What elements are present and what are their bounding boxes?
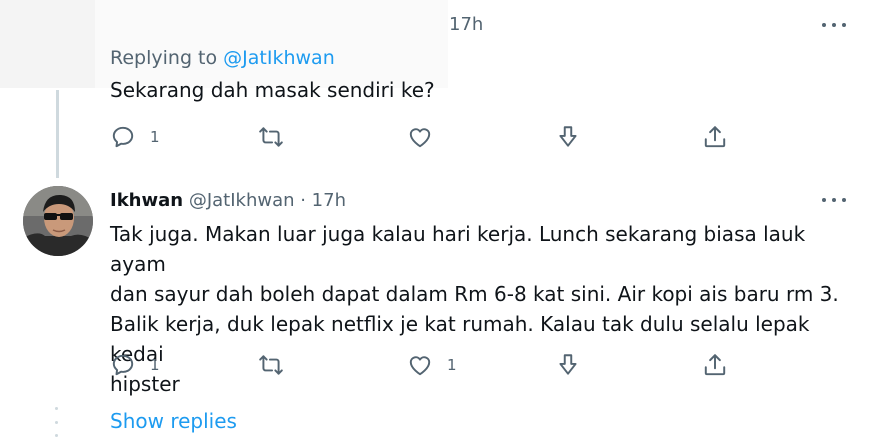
replying-to: Replying to @JatIkhwan <box>110 47 335 69</box>
redacted-avatar-area <box>0 0 95 88</box>
avatar[interactable] <box>23 186 93 256</box>
reply-icon <box>112 126 134 148</box>
retweet-button[interactable] <box>258 350 284 380</box>
like-button[interactable] <box>407 122 433 152</box>
download-icon <box>559 354 577 375</box>
reply-count: 1 <box>150 128 160 146</box>
retweet-icon <box>259 355 283 375</box>
reply-button[interactable]: 1 <box>110 350 160 380</box>
reply-count: 1 <box>150 356 160 374</box>
tweet-text-line: dan sayur dah boleh dapat dalam Rm 6-8 k… <box>110 282 839 306</box>
retweet-icon <box>259 127 283 147</box>
replying-handle-link[interactable]: @JatIkhwan <box>223 47 335 69</box>
share-button[interactable] <box>702 350 728 380</box>
download-button[interactable] <box>555 122 581 152</box>
author-handle-time[interactable]: @JatIkhwan · 17h <box>189 190 346 211</box>
share-icon <box>704 354 726 376</box>
more-icon[interactable] <box>822 20 846 30</box>
like-button[interactable]: 1 <box>407 350 457 380</box>
show-replies-link[interactable]: Show replies <box>110 409 237 433</box>
tweet-author[interactable]: Ikhwan @JatIkhwan · 17h <box>110 190 346 211</box>
reply-icon <box>112 354 134 376</box>
download-button[interactable] <box>555 350 581 380</box>
thread-dots <box>55 407 59 437</box>
tweet-reply-actions: 1 1 <box>110 350 750 380</box>
tweet-top-actions: 1 <box>110 122 750 152</box>
share-icon <box>704 126 726 148</box>
reply-button[interactable]: 1 <box>110 122 160 152</box>
thread-line <box>56 90 59 178</box>
tweet-top-text: Sekarang dah masak sendiri ke? <box>110 78 435 102</box>
like-icon <box>409 128 431 148</box>
replying-label: Replying to <box>110 47 218 69</box>
more-icon[interactable] <box>822 195 846 205</box>
like-count: 1 <box>447 356 457 374</box>
like-icon <box>409 356 431 376</box>
author-name[interactable]: Ikhwan <box>110 190 183 211</box>
share-button[interactable] <box>702 122 728 152</box>
download-icon <box>559 126 577 147</box>
tweet-top-time[interactable]: 17h <box>449 14 483 35</box>
retweet-button[interactable] <box>258 122 284 152</box>
avatar-photo <box>23 186 93 256</box>
tweet-text-line: Tak juga. Makan luar juga kalau hari ker… <box>110 222 806 276</box>
